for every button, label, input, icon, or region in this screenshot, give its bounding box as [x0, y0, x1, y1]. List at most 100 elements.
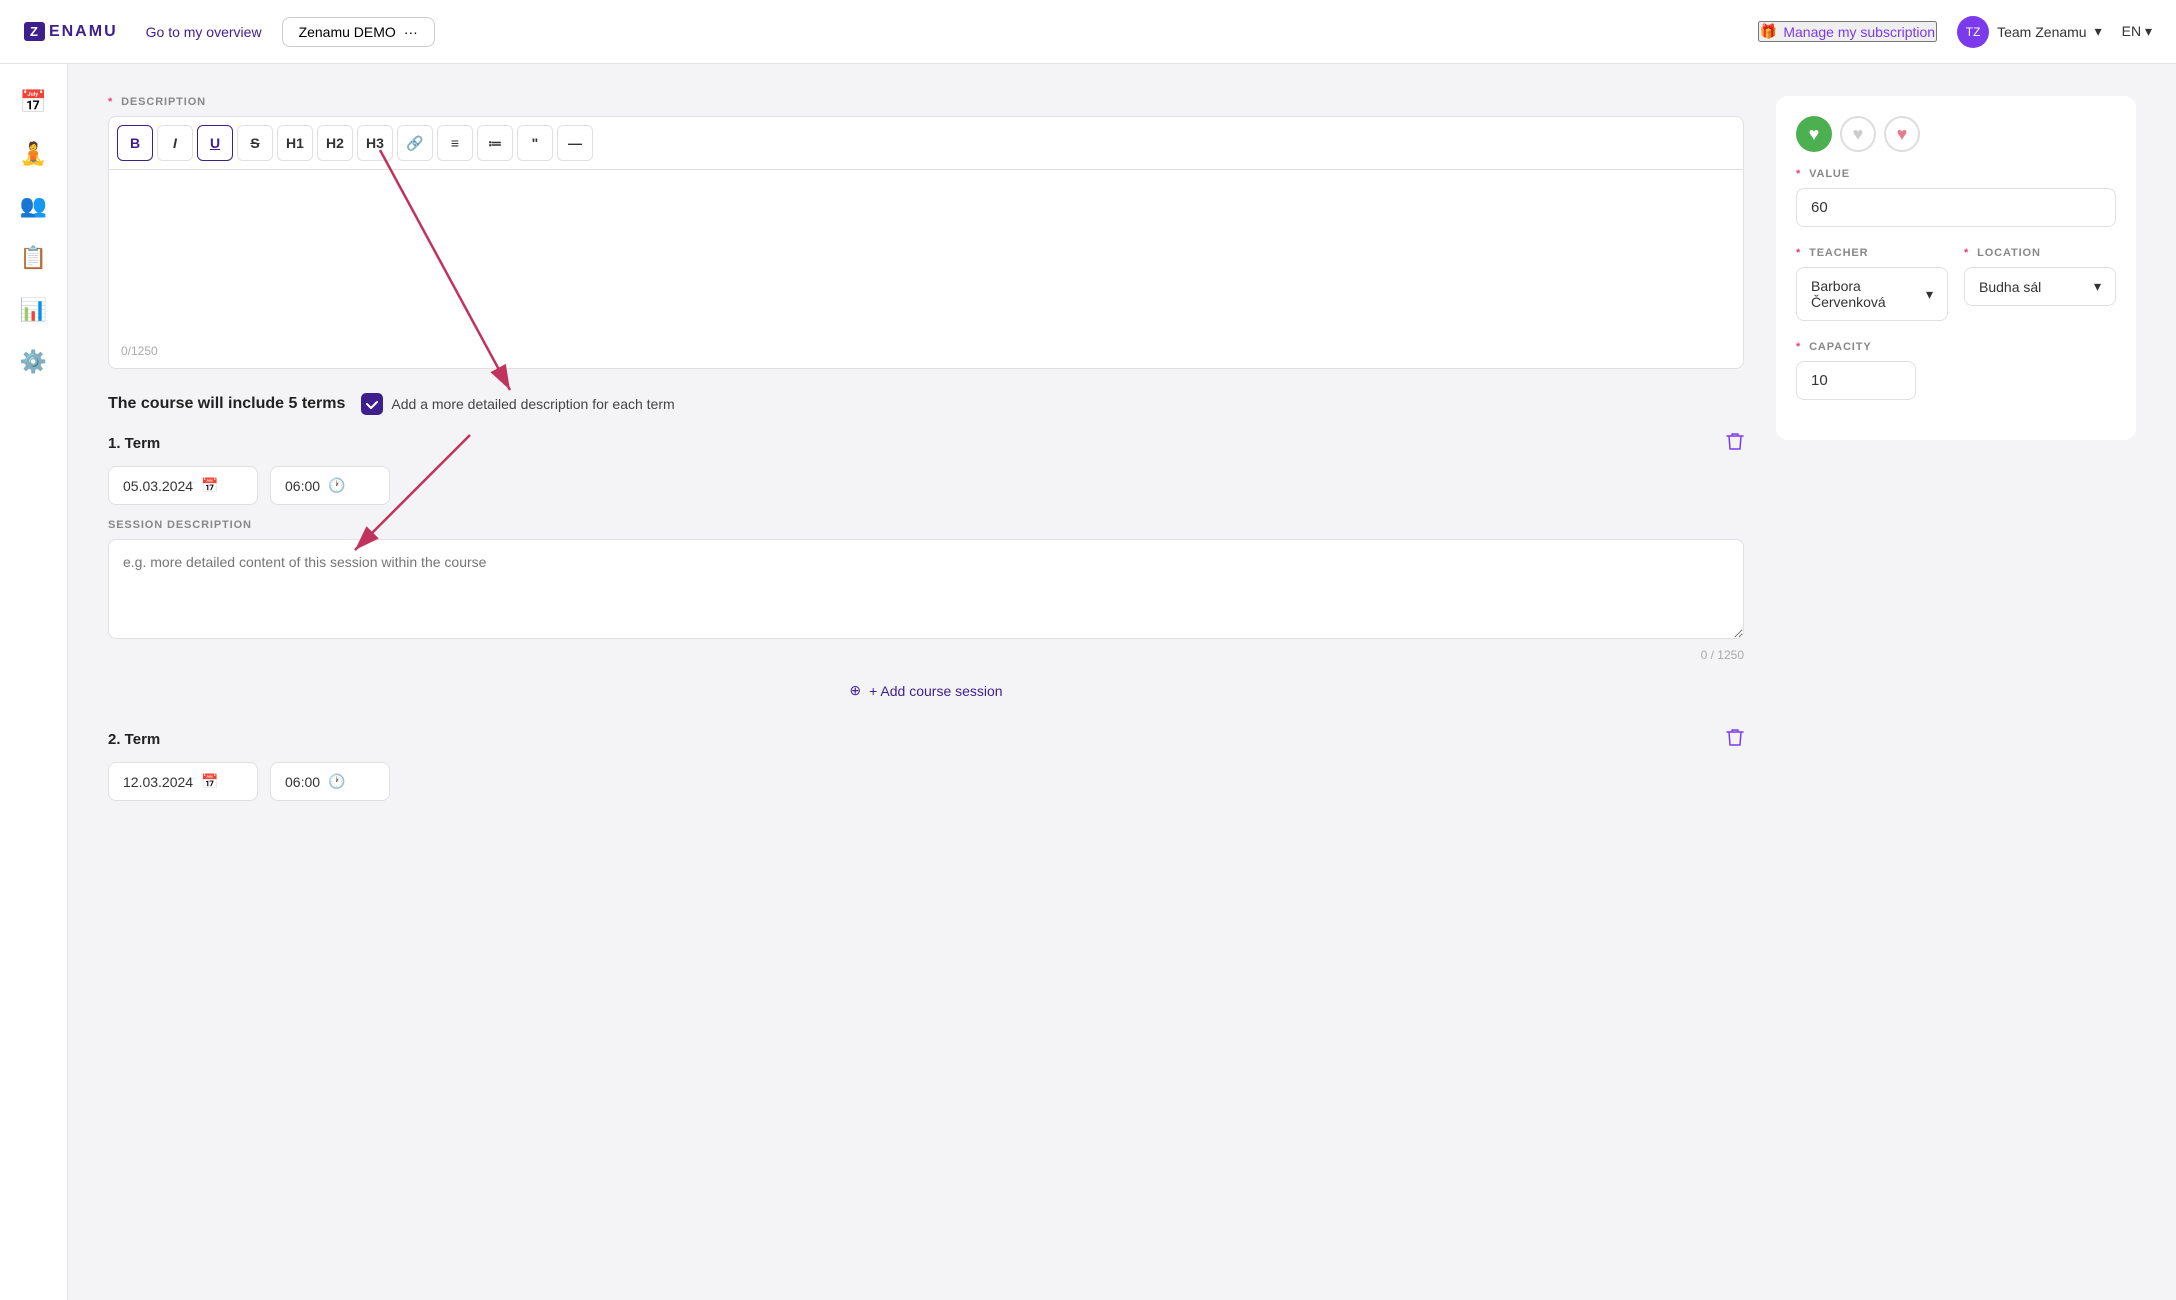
clock-icon: 🕐: [328, 477, 345, 494]
required-star: *: [108, 96, 113, 108]
description-field: * DESCRIPTION B I U S H1 H2 H3 🔗 ≡ ≔ " —…: [108, 96, 1744, 369]
plus-circle-icon: ⊕: [849, 682, 861, 699]
go-to-overview-link[interactable]: Go to my overview: [146, 24, 262, 40]
right-column: ♥ ♥ ♥ * VALUE * TEACHER: [1776, 96, 2136, 817]
term-2-time-input[interactable]: 06:00 🕐: [270, 762, 390, 801]
blockquote-button[interactable]: ": [517, 125, 553, 161]
term-2-date-value: 12.03.2024: [123, 774, 193, 790]
term-1-title: 1. Term: [108, 435, 160, 452]
reaction-buttons: ♥ ♥ ♥: [1796, 116, 2116, 152]
location-field: * LOCATION Budha sál ▾: [1964, 247, 2116, 321]
term-2-date-input[interactable]: 12.03.2024 📅: [108, 762, 258, 801]
session-counter: 0 / 1250: [108, 648, 1744, 662]
calendar-icon: 📅: [201, 477, 218, 494]
term-2-card: 2. Term 12.03.2024 📅 06:00 🕐: [108, 727, 1744, 801]
sidebar-item-notes[interactable]: 📋: [12, 236, 56, 280]
capacity-input[interactable]: [1796, 361, 1916, 400]
sidebar-item-members[interactable]: 👥: [12, 184, 56, 228]
divider-button[interactable]: —: [557, 125, 593, 161]
add-course-session-button[interactable]: ⊕ + Add course session: [108, 670, 1744, 711]
h1-button[interactable]: H1: [277, 125, 313, 161]
checkbox-label-text: Add a more detailed description for each…: [391, 396, 674, 412]
sidebar-item-calendar[interactable]: 📅: [12, 80, 56, 124]
manage-subscription-button[interactable]: 🎁 Manage my subscription: [1758, 21, 1937, 42]
h2-button[interactable]: H2: [317, 125, 353, 161]
chevron-down-icon: ▾: [1926, 286, 1933, 303]
editor-counter: 0/1250: [121, 344, 158, 358]
bullet-list-button[interactable]: ≡: [437, 125, 473, 161]
session-desc-label: SESSION DESCRIPTION: [108, 519, 1744, 531]
sidebar-item-yoga[interactable]: 🧘: [12, 132, 56, 176]
team-label: Team Zenamu: [1997, 24, 2086, 40]
sidebar-item-settings[interactable]: ⚙️: [12, 340, 56, 384]
capacity-label: * CAPACITY: [1796, 341, 2116, 353]
language-button[interactable]: EN ▾: [2122, 23, 2152, 40]
trash-icon: [1726, 431, 1744, 451]
location-select[interactable]: Budha sál ▾: [1964, 267, 2116, 306]
members-icon: 👥: [20, 193, 47, 219]
detailed-description-checkbox-label[interactable]: Add a more detailed description for each…: [361, 393, 674, 415]
more-icon: ···: [404, 24, 418, 40]
avatar: TZ: [1957, 16, 1989, 48]
chevron-down-icon: ▾: [2145, 23, 2152, 39]
calendar-icon: 📅: [20, 89, 47, 115]
italic-button[interactable]: I: [157, 125, 193, 161]
location-label: * LOCATION: [1964, 247, 2116, 259]
check-icon: [365, 397, 379, 411]
underline-button[interactable]: U: [197, 125, 233, 161]
clock-icon: 🕐: [328, 773, 345, 790]
nav-right: 🎁 Manage my subscription TZ Team Zenamu …: [1758, 16, 2152, 48]
bold-button[interactable]: B: [117, 125, 153, 161]
teacher-field: * TEACHER Barbora Červenková ▾: [1796, 247, 1948, 321]
term-1-date-value: 05.03.2024: [123, 478, 193, 494]
value-label: * VALUE: [1796, 168, 2116, 180]
trash-icon: [1726, 727, 1744, 747]
term-2-title: 2. Term: [108, 731, 160, 748]
editor-toolbar: B I U S H1 H2 H3 🔗 ≡ ≔ " —: [108, 116, 1744, 169]
chevron-down-icon: ▾: [2095, 23, 2102, 40]
session-description-textarea[interactable]: [108, 539, 1744, 639]
demo-button[interactable]: Zenamu DEMO ···: [282, 17, 435, 47]
settings-icon: ⚙️: [20, 349, 47, 375]
editor-body[interactable]: 0/1250: [108, 169, 1744, 369]
gift-icon: 🎁: [1760, 23, 1777, 40]
lang-label: EN: [2122, 23, 2141, 39]
ordered-list-button[interactable]: ≔: [477, 125, 513, 161]
term-2-time-value: 06:00: [285, 774, 320, 790]
teacher-location-row: * TEACHER Barbora Červenková ▾ * LOCATIO…: [1796, 247, 2116, 341]
sidebar-item-analytics[interactable]: 📊: [12, 288, 56, 332]
manage-sub-label: Manage my subscription: [1783, 24, 1935, 40]
teacher-select[interactable]: Barbora Červenková ▾: [1796, 267, 1948, 321]
logo: Z ENAMU: [24, 22, 122, 41]
term-2-delete-button[interactable]: [1726, 727, 1744, 752]
term-1-date-input[interactable]: 05.03.2024 📅: [108, 466, 258, 505]
value-input[interactable]: [1796, 188, 2116, 227]
team-button[interactable]: TZ Team Zenamu ▾: [1957, 16, 2102, 48]
analytics-icon: 📊: [20, 297, 47, 323]
chevron-down-icon: ▾: [2094, 278, 2101, 295]
strikethrough-button[interactable]: S: [237, 125, 273, 161]
term-1-time-input[interactable]: 06:00 🕐: [270, 466, 390, 505]
heart-grey-button[interactable]: ♥: [1840, 116, 1876, 152]
teacher-value: Barbora Červenková: [1811, 278, 1926, 310]
demo-label: Zenamu DEMO: [299, 24, 396, 40]
sidebar: 📅 🧘 👥 📋 📊 ⚙️: [0, 64, 68, 1300]
description-label: * DESCRIPTION: [108, 96, 1744, 108]
heart-pink-button[interactable]: ♥: [1884, 116, 1920, 152]
teacher-label: * TEACHER: [1796, 247, 1948, 259]
checkbox-wrapper[interactable]: [361, 393, 383, 415]
notes-icon: 📋: [20, 245, 47, 271]
right-panel: ♥ ♥ ♥ * VALUE * TEACHER: [1776, 96, 2136, 440]
term-1-card: 1. Term 05.03.2024 📅 06:00 🕐 SESS: [108, 431, 1744, 711]
yoga-icon: 🧘: [20, 141, 47, 167]
topnav: Z ENAMU Go to my overview Zenamu DEMO ··…: [0, 0, 2176, 64]
term-1-delete-button[interactable]: [1726, 431, 1744, 456]
value-field: * VALUE: [1796, 168, 2116, 227]
terms-header: The course will include 5 terms Add a mo…: [108, 393, 1744, 415]
link-button[interactable]: 🔗: [397, 125, 433, 161]
heart-green-button[interactable]: ♥: [1796, 116, 1832, 152]
capacity-field: * CAPACITY: [1796, 341, 2116, 400]
h3-button[interactable]: H3: [357, 125, 393, 161]
term-1-header: 1. Term: [108, 431, 1744, 456]
calendar-icon: 📅: [201, 773, 218, 790]
